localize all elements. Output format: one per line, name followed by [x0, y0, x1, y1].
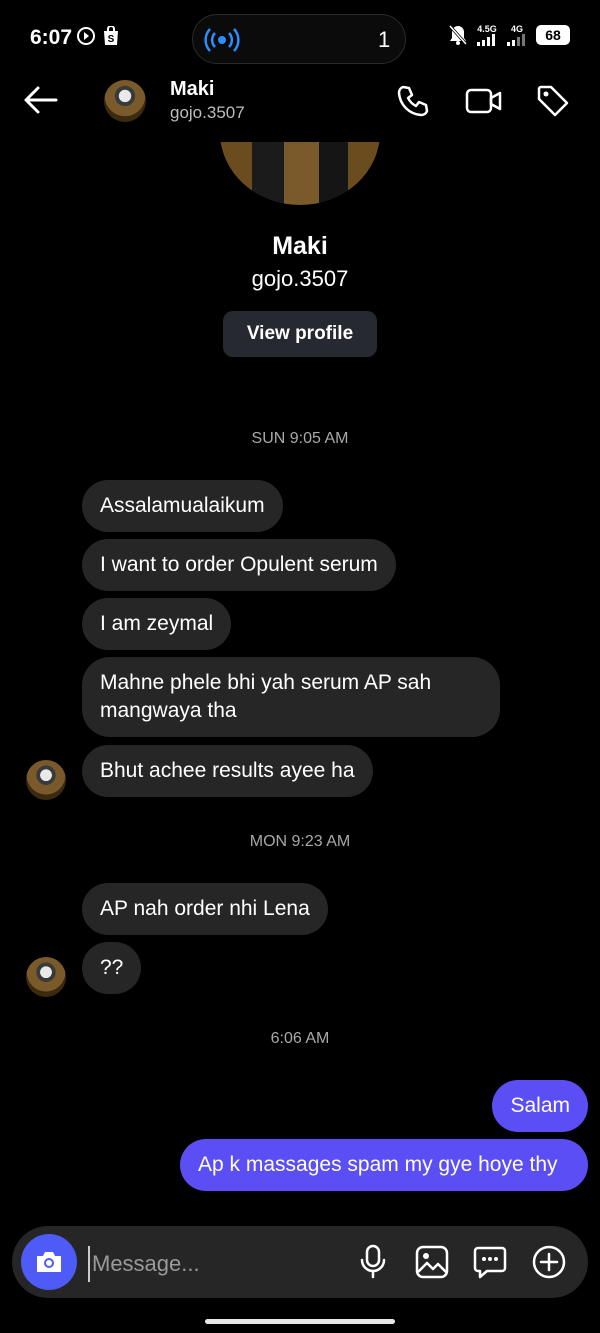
sticker-chat-icon[interactable]	[472, 1244, 508, 1280]
message-bubble-incoming[interactable]: I am zeymal	[82, 598, 232, 650]
phone-icon[interactable]	[396, 84, 430, 118]
add-icon[interactable]	[531, 1244, 567, 1280]
battery-indicator: 68	[536, 25, 570, 45]
back-arrow-icon[interactable]	[22, 84, 58, 116]
gallery-icon[interactable]	[414, 1244, 450, 1280]
profile-picture[interactable]	[220, 142, 380, 205]
signal-4-5g: 4.5G	[476, 24, 498, 46]
hotspot-icon	[204, 26, 240, 54]
message-bubble-incoming[interactable]: Assalamualaikum	[82, 480, 283, 532]
header-name[interactable]: Maki	[170, 78, 214, 101]
camera-button[interactable]	[21, 1234, 77, 1290]
profile-name: Maki	[272, 232, 328, 260]
signal-4g: 4G	[506, 24, 528, 46]
shop-icon: S	[102, 26, 120, 46]
status-icons-left: S	[76, 26, 120, 46]
profile-username: gojo.3507	[251, 266, 349, 291]
home-indicator	[205, 1319, 395, 1324]
message-bubble-incoming[interactable]: I want to order Opulent serum	[82, 539, 396, 591]
status-time: 6:07	[30, 26, 73, 49]
timestamp: MON 9:23 AM	[249, 833, 351, 850]
live-activity-count: 1	[378, 27, 391, 52]
camera-icon	[34, 1249, 64, 1275]
message-bubble-incoming[interactable]: ??	[82, 942, 142, 994]
message-input[interactable]	[88, 1246, 334, 1282]
status-icons-right: 4.5G 4G 68	[448, 24, 570, 46]
message-bubble-incoming[interactable]: AP nah order nhi Lena	[82, 883, 328, 935]
svg-text:S: S	[108, 34, 115, 45]
message-bubble-incoming[interactable]: Mahne phele bhi yah serum AP sah mangway…	[82, 657, 500, 737]
playback-icon	[76, 26, 96, 46]
message-bubble-outgoing[interactable]: Salam	[492, 1080, 588, 1132]
timestamp: SUN 9:05 AM	[251, 430, 349, 447]
tag-icon[interactable]	[536, 84, 570, 118]
header-username[interactable]: gojo.3507	[170, 103, 245, 123]
microphone-icon[interactable]	[358, 1244, 388, 1280]
sender-avatar[interactable]	[26, 760, 66, 800]
view-profile-button[interactable]: View profile	[223, 311, 377, 357]
sender-avatar[interactable]	[26, 957, 66, 997]
timestamp: 6:06 AM	[270, 1030, 330, 1047]
header-avatar[interactable]	[104, 80, 146, 122]
message-bubble-outgoing[interactable]: Ap k massages spam my gye hoye thy	[180, 1139, 588, 1191]
mute-bell-icon	[448, 24, 468, 46]
video-call-icon[interactable]	[465, 85, 503, 117]
message-bubble-incoming[interactable]: Bhut achee results ayee ha	[82, 745, 373, 797]
